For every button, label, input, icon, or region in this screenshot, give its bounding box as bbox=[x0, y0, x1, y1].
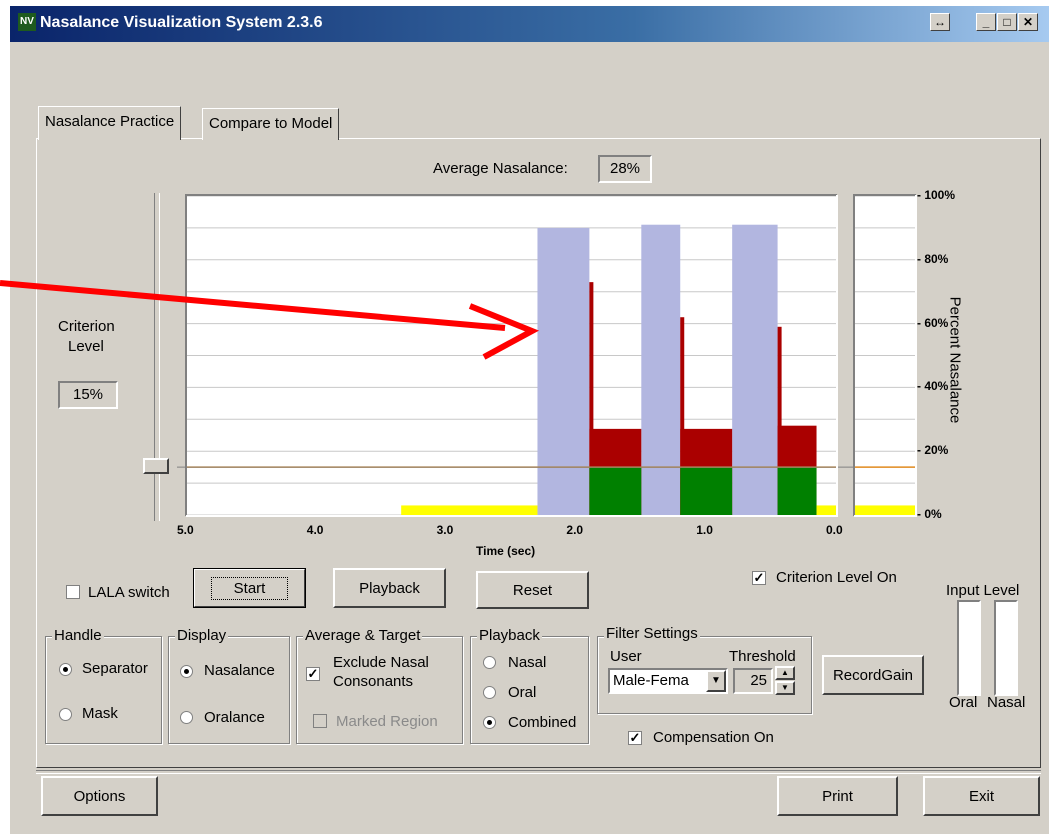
y-tick-label: - 20% bbox=[917, 443, 949, 458]
below-criterion-bar bbox=[589, 467, 642, 515]
playback-nasal-label: Nasal bbox=[508, 654, 547, 671]
playback-group-title: Playback bbox=[477, 627, 542, 644]
threshold-up-icon[interactable]: ▲ bbox=[775, 666, 795, 680]
x-tick-label: 2.0 bbox=[566, 523, 584, 537]
filter-threshold-label: Threshold bbox=[729, 648, 796, 665]
nasal-meter-label: Nasal bbox=[987, 694, 1026, 711]
playback-button[interactable]: Playback bbox=[333, 568, 446, 608]
oral-level-meter bbox=[957, 600, 981, 696]
record-gain-button[interactable]: RecordGain bbox=[822, 655, 924, 695]
oral-meter-label: Oral bbox=[949, 694, 978, 711]
y-tick-label: - 100% bbox=[917, 188, 956, 202]
lala-switch-checkbox[interactable] bbox=[66, 585, 80, 599]
tab-nasalance-practice[interactable]: Nasalance Practice bbox=[38, 106, 182, 140]
playback-oral-radio[interactable] bbox=[483, 686, 496, 699]
playback-combined-radio[interactable] bbox=[483, 716, 496, 729]
display-nasalance-radio[interactable] bbox=[180, 665, 193, 678]
marked-region-checkbox[interactable] bbox=[313, 714, 327, 728]
reset-button[interactable]: Reset bbox=[476, 571, 589, 609]
oral-bar bbox=[732, 224, 778, 515]
y-tick-label: - 40% bbox=[917, 379, 949, 394]
filter-user-select[interactable]: Male-Fema ▼ bbox=[608, 668, 728, 694]
average-target-group-title: Average & Target bbox=[303, 627, 423, 644]
x-tick-label: 1.0 bbox=[696, 523, 713, 537]
start-button-label: Start bbox=[210, 576, 289, 600]
dropdown-arrow-icon[interactable]: ▼ bbox=[706, 670, 726, 692]
handle-group-title: Handle bbox=[52, 627, 104, 644]
exit-button[interactable]: Exit bbox=[923, 776, 1040, 816]
below-criterion-bar bbox=[777, 467, 817, 515]
criterion-level-on-label: Criterion Level On bbox=[776, 569, 897, 586]
exclude-nasal-label-line2: Consonants bbox=[333, 673, 414, 690]
low-signal-bar bbox=[816, 505, 836, 515]
exclude-nasal-label-line1: Exclude Nasal bbox=[333, 654, 429, 671]
y-axis-label: Percent Nasalance bbox=[946, 296, 964, 424]
filter-settings-group-title: Filter Settings bbox=[604, 625, 700, 642]
playback-nasal-radio[interactable] bbox=[483, 656, 496, 669]
oral-bar bbox=[641, 224, 681, 515]
x-tick-label: 5.0 bbox=[177, 523, 194, 537]
y-tick-label: - 60% bbox=[917, 315, 949, 330]
criterion-level-on-checkbox[interactable]: ✓ bbox=[752, 571, 766, 585]
playback-oral-label: Oral bbox=[508, 684, 537, 701]
x-tick-label: 0.0 bbox=[826, 523, 843, 537]
lala-switch-label: LALA switch bbox=[88, 584, 170, 601]
playback-combined-label: Combined bbox=[508, 714, 577, 731]
x-tick-label: 4.0 bbox=[306, 523, 324, 537]
compensation-on-checkbox[interactable]: ✓ bbox=[628, 731, 642, 745]
x-axis-label: Time (sec) bbox=[476, 544, 536, 558]
marked-region-label: Marked Region bbox=[336, 713, 438, 730]
footer-divider bbox=[36, 770, 1041, 774]
handle-mask-label: Mask bbox=[82, 705, 118, 722]
handle-mask-radio[interactable] bbox=[59, 708, 72, 721]
options-button[interactable]: Options bbox=[41, 776, 158, 816]
display-group-title: Display bbox=[175, 627, 229, 644]
y-tick-label: - 80% bbox=[917, 251, 949, 266]
input-level-label: Input Level bbox=[946, 582, 1020, 599]
handle-group: Handle bbox=[45, 627, 162, 744]
y-tick-label: - 0% bbox=[917, 507, 942, 521]
start-button[interactable]: Start bbox=[193, 568, 306, 608]
below-criterion-bar bbox=[680, 467, 733, 515]
display-nasalance-label: Nasalance bbox=[204, 662, 275, 679]
filter-user-value: Male-Fema bbox=[613, 672, 689, 689]
display-group: Display bbox=[168, 627, 290, 744]
oral-bar bbox=[537, 227, 590, 515]
handle-separator-label: Separator bbox=[82, 660, 148, 677]
filter-user-label: User bbox=[610, 648, 642, 665]
low-signal-bar bbox=[401, 505, 538, 515]
print-button[interactable]: Print bbox=[777, 776, 898, 816]
threshold-input[interactable]: 25 bbox=[733, 668, 773, 694]
compensation-on-label: Compensation On bbox=[653, 729, 774, 746]
nasal-level-meter bbox=[994, 600, 1018, 696]
handle-separator-radio[interactable] bbox=[59, 663, 72, 676]
display-oralance-label: Oralance bbox=[204, 709, 265, 726]
threshold-down-icon[interactable]: ▼ bbox=[775, 681, 795, 695]
side-level-bar bbox=[855, 505, 915, 515]
display-oralance-radio[interactable] bbox=[180, 711, 193, 724]
x-tick-label: 3.0 bbox=[436, 523, 454, 537]
exclude-nasal-checkbox[interactable]: ✓ bbox=[306, 667, 320, 681]
